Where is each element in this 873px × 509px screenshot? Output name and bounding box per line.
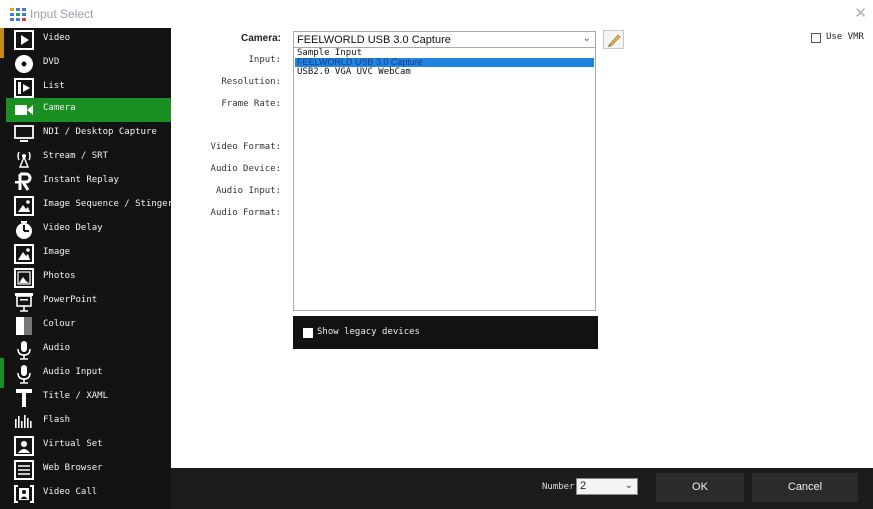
- sidebar-item-ndi-desktop-capture[interactable]: NDI / Desktop Capture: [6, 122, 171, 146]
- sidebar-item-stream-srt[interactable]: Stream / SRT: [6, 146, 171, 170]
- use-vmr-label: Use VMR: [826, 32, 864, 42]
- camera-dropdown-list: Sample Input FEELWORLD USB 3.0 Capture U…: [293, 48, 596, 311]
- sidebar-accent-mark: [0, 358, 4, 388]
- chevron-down-icon: ⌄: [624, 480, 633, 491]
- sidebar-item-powerpoint[interactable]: PowerPoint: [6, 290, 171, 314]
- number-select[interactable]: 2 ⌄: [576, 478, 638, 495]
- sidebar-item-label: DVD: [43, 57, 60, 67]
- window-title: Input Select: [30, 7, 94, 21]
- monitor-icon: [14, 125, 34, 142]
- list-icon: [14, 78, 34, 98]
- sidebar-item-label: List: [43, 81, 65, 91]
- show-legacy-checkbox[interactable]: [303, 328, 313, 338]
- legacy-devices-panel: Show legacy devices: [293, 316, 598, 349]
- replay-icon: [15, 172, 32, 191]
- sidebar-item-audio-input[interactable]: Audio Input: [6, 362, 171, 386]
- sidebar-item-label: Instant Replay: [43, 175, 119, 185]
- sidebar-item-virtual-set[interactable]: Virtual Set: [6, 434, 171, 458]
- number-label: Number: [542, 482, 575, 492]
- use-vmr-checkbox[interactable]: [811, 33, 821, 43]
- sidebar-item-label: PowerPoint: [43, 295, 98, 305]
- person-icon: [14, 436, 34, 456]
- sidebar-accent-mark: [0, 28, 4, 58]
- resolution-label: Resolution:: [221, 77, 281, 87]
- sidebar-item-label: Stream / SRT: [43, 151, 109, 161]
- sidebar-item-label: Video Delay: [43, 223, 103, 233]
- sidebar-item-colour[interactable]: Colour: [6, 314, 171, 338]
- camera-icon: [15, 105, 33, 115]
- sidebar-item-label: Photos: [43, 271, 76, 281]
- video-icon: [14, 30, 34, 50]
- close-icon[interactable]: ✕: [854, 4, 867, 22]
- title-icon: [16, 389, 32, 407]
- sidebar-item-label: Audio Input: [43, 367, 103, 377]
- sidebar-item-video-delay[interactable]: Video Delay: [6, 218, 171, 242]
- sidebar-item-label: Camera: [43, 103, 76, 113]
- image-icon: [14, 244, 34, 264]
- frame-rate-label: Frame Rate:: [221, 99, 281, 109]
- sidebar-item-web-browser[interactable]: Web Browser: [6, 458, 171, 482]
- video-format-label: Video Format:: [210, 142, 281, 152]
- cancel-button[interactable]: Cancel: [752, 473, 858, 502]
- footer-bar: Number 2 ⌄ OK Cancel: [171, 468, 873, 509]
- microphone-icon: [17, 341, 31, 360]
- sidebar-item-label: Video Call: [43, 487, 98, 497]
- video-call-icon: [14, 485, 34, 503]
- sidebar-item-label: Image Sequence / Stinger: [43, 199, 171, 209]
- input-label: Input:: [248, 55, 281, 65]
- edit-camera-button[interactable]: [603, 30, 624, 49]
- input-type-sidebar: Video DVD List Camera NDI / Desktop Capt…: [0, 28, 171, 509]
- antenna-icon: [17, 151, 31, 168]
- sidebar-item-label: Flash: [43, 415, 71, 425]
- sidebar-item-dvd[interactable]: DVD: [6, 52, 171, 76]
- photos-icon: [14, 268, 34, 288]
- disc-icon: [15, 55, 33, 73]
- camera-label: Camera:: [240, 33, 281, 44]
- sidebar-item-audio[interactable]: Audio: [6, 338, 171, 362]
- sidebar-item-label: NDI / Desktop Capture: [43, 127, 157, 137]
- sidebar-item-video[interactable]: Video: [6, 28, 171, 52]
- colour-icon: [16, 317, 32, 335]
- camera-select-value: FEELWORLD USB 3.0 Capture: [297, 34, 451, 46]
- audio-device-label: Audio Device:: [210, 164, 281, 174]
- presentation-icon: [15, 293, 33, 312]
- sidebar-item-label: Virtual Set: [43, 439, 103, 449]
- flash-icon: [15, 415, 32, 428]
- sidebar-item-instant-replay[interactable]: Instant Replay: [6, 170, 171, 194]
- sidebar-item-video-call[interactable]: Video Call: [6, 482, 171, 506]
- sidebar-item-label: Image: [43, 247, 71, 257]
- browser-icon: [14, 460, 34, 480]
- number-select-value: 2: [580, 480, 587, 492]
- audio-input-label: Audio Input:: [215, 186, 281, 196]
- sidebar-item-label: Audio: [43, 343, 71, 353]
- audio-format-label: Audio Format:: [210, 208, 281, 218]
- sidebar-item-label: Colour: [43, 319, 76, 329]
- camera-option-selected[interactable]: FEELWORLD USB 3.0 Capture: [295, 58, 594, 67]
- show-legacy-label: Show legacy devices: [317, 327, 420, 337]
- sidebar-item-image[interactable]: Image: [6, 242, 171, 266]
- sidebar-item-label: Title / XAML: [43, 391, 109, 401]
- title-bar: Input Select ✕: [0, 0, 873, 28]
- sidebar-item-camera[interactable]: Camera: [6, 98, 171, 122]
- ok-button[interactable]: OK: [656, 473, 744, 502]
- camera-option[interactable]: USB2.0 VGA UVC WebCam: [295, 68, 594, 77]
- app-grid-icon: [10, 8, 26, 21]
- sidebar-item-label: Video: [43, 33, 71, 43]
- microphone-icon: [17, 365, 31, 384]
- sidebar-item-title-xaml[interactable]: Title / XAML: [6, 386, 171, 410]
- input-settings-panel: Camera: FEELWORLD USB 3.0 Capture ⌄ Samp…: [171, 28, 873, 468]
- chevron-down-icon: ⌄: [582, 33, 591, 44]
- sidebar-item-flash[interactable]: Flash: [6, 410, 171, 434]
- clock-icon: [16, 221, 32, 239]
- image-sequence-icon: [14, 196, 34, 216]
- sidebar-item-label: Web Browser: [43, 463, 103, 473]
- sidebar-item-photos[interactable]: Photos: [6, 266, 171, 290]
- sidebar-item-image-sequence-stinger[interactable]: Image Sequence / Stinger: [6, 194, 171, 218]
- camera-select[interactable]: FEELWORLD USB 3.0 Capture ⌄: [293, 31, 596, 48]
- pencil-icon: [608, 34, 621, 47]
- sidebar-item-list[interactable]: List: [6, 76, 171, 100]
